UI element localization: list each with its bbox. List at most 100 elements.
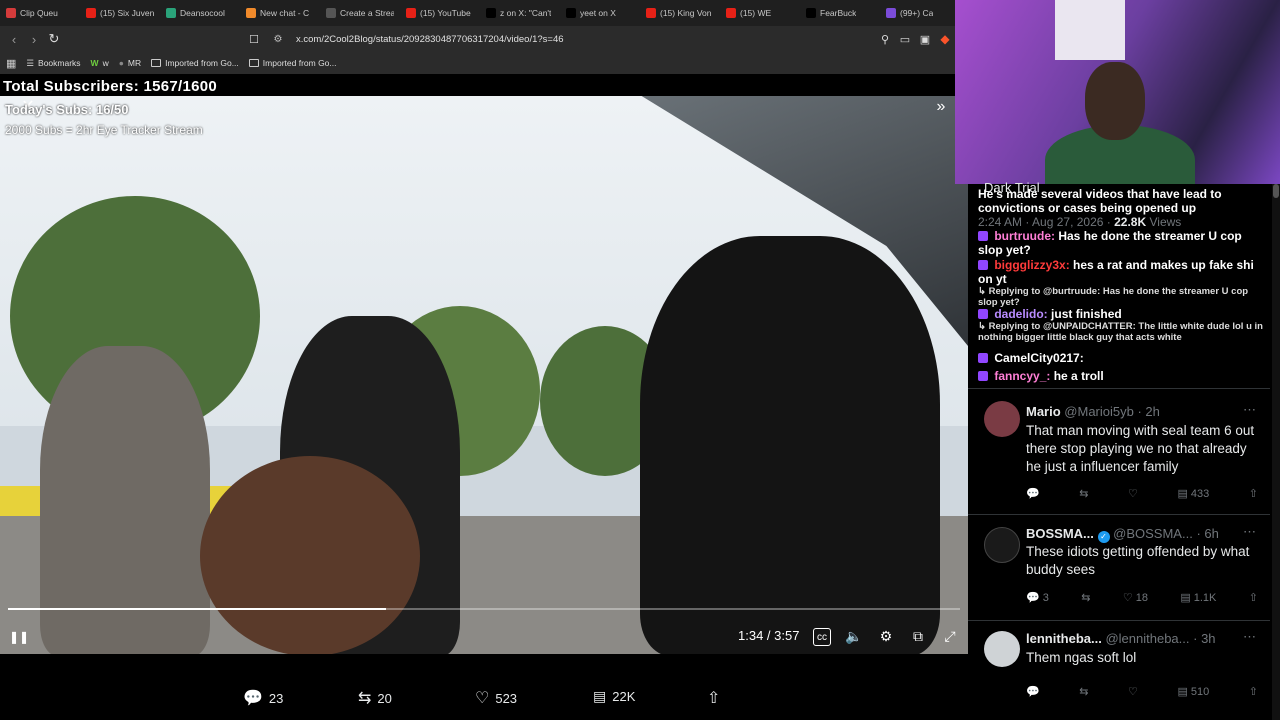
expand-panel-icon[interactable]: » xyxy=(930,96,952,118)
share-button[interactable]: ⇧ xyxy=(707,688,720,708)
avatar[interactable] xyxy=(984,631,1020,667)
share-icon: ⇧ xyxy=(1248,592,1258,604)
url-field[interactable]: x.com/2Cool2Blog/status/2092830487706317… xyxy=(296,34,564,45)
pause-icon[interactable]: ❚❚ xyxy=(9,628,29,646)
browser-tab[interactable]: (15) YouTube xyxy=(400,0,480,26)
browser-tab[interactable]: Create a Strea xyxy=(320,0,400,26)
tab-favicon-icon xyxy=(646,8,656,18)
bookmark-item[interactable]: Imported from Go... xyxy=(151,58,239,68)
repost-button[interactable]: ⇆ xyxy=(1079,685,1088,698)
reply-icon: 💬 xyxy=(243,690,263,707)
scrollbar-thumb[interactable] xyxy=(1273,184,1279,198)
twitch-badge-icon xyxy=(978,260,988,270)
reply-button[interactable]: 💬 3 xyxy=(1026,591,1049,605)
like-button[interactable]: ♡ xyxy=(1128,685,1138,698)
bookmark-star-icon[interactable]: ☐ xyxy=(244,29,264,49)
tweet-handle[interactable]: @lennitheba... xyxy=(1105,631,1189,646)
reply-tweet[interactable]: Mario @Marioi5yb · 2h ⋯ That man moving … xyxy=(968,388,1270,508)
bookmark-label: Imported from Go... xyxy=(165,58,239,68)
captions-icon[interactable]: cc xyxy=(813,628,831,646)
avatar[interactable] xyxy=(984,527,1020,563)
chat-text: just finished xyxy=(1051,307,1122,321)
video-player[interactable]: ✕ » ❚❚ 1:34 / 3:57 cc 🔈 ⚙ ⧉ ⤢ xyxy=(0,96,968,654)
like-button[interactable]: ♡ 523 xyxy=(475,688,517,708)
browser-tab[interactable]: z on X: "Can't xyxy=(480,0,560,26)
tweet-actions: 💬 ⇆ ♡ ▤ 433 ⇧ xyxy=(1026,487,1258,501)
twitch-badge-icon xyxy=(978,309,988,319)
download-icon[interactable]: ▭ xyxy=(895,29,915,49)
like-count: 18 xyxy=(1135,591,1148,604)
scrollbar[interactable] xyxy=(1272,184,1280,720)
repost-button[interactable]: ⇆ xyxy=(1081,591,1090,604)
share-button[interactable]: ⇧ xyxy=(1249,591,1258,604)
back-icon[interactable]: ‹ xyxy=(4,29,24,49)
apps-grid-icon[interactable]: ▦ xyxy=(6,57,16,70)
browser-tab[interactable]: (99+) Ca xyxy=(880,0,955,26)
like-button[interactable]: ♡ 18 xyxy=(1123,591,1148,605)
views-button[interactable]: ▤ 22K xyxy=(593,688,635,705)
tab-favicon-icon xyxy=(566,8,576,18)
views-count: 1.1K xyxy=(1193,591,1217,604)
reply-tweet[interactable]: BOSSMA... ✓ @BOSSMA... · 6h ⋯ These idio… xyxy=(968,514,1270,618)
reply-button[interactable]: 💬 23 xyxy=(243,688,283,708)
tab-label: Clip Queu xyxy=(20,8,58,18)
browser-tab[interactable]: (15) King Von xyxy=(640,0,720,26)
fullscreen-icon[interactable]: ⤢ xyxy=(940,626,960,646)
repost-button[interactable]: ⇆ 20 xyxy=(358,688,392,708)
reply-icon: 💬 xyxy=(1026,488,1040,500)
tweet-author-name[interactable]: Mario xyxy=(1026,404,1061,419)
forward-icon[interactable]: › xyxy=(24,29,44,49)
site-info-icon[interactable]: ⚙ xyxy=(268,29,288,49)
repost-button[interactable]: ⇆ xyxy=(1079,487,1088,500)
bookmark-item[interactable]: ☰ Bookmarks xyxy=(26,58,80,69)
zoom-icon[interactable]: ⚲ xyxy=(875,29,895,49)
tweet-author-name[interactable]: BOSSMA... xyxy=(1026,526,1094,541)
bookmark-label: w xyxy=(102,58,109,68)
views-button[interactable]: ▤ 433 xyxy=(1177,487,1209,501)
share-button[interactable]: ⇧ xyxy=(1249,487,1258,500)
reload-icon[interactable]: ↻ xyxy=(44,29,64,49)
more-options-icon[interactable]: ⋯ xyxy=(1243,629,1256,645)
bookmark-item[interactable]: Imported from Go... xyxy=(248,58,337,68)
reply-button[interactable]: 💬 xyxy=(1026,487,1040,500)
tweet-handle[interactable]: @Marioi5yb xyxy=(1064,404,1134,419)
video-progress-bar[interactable] xyxy=(8,608,960,610)
tweet-time: · 6h xyxy=(1196,526,1219,541)
bookmark-item[interactable]: ● MR xyxy=(119,58,141,68)
tab-label: yeet on X xyxy=(580,8,616,18)
views-count: 510 xyxy=(1190,685,1210,698)
browser-tab[interactable]: New chat - C xyxy=(240,0,320,26)
browser-tab[interactable]: Clip Queu xyxy=(0,0,80,26)
brave-shield-icon[interactable]: ◆ xyxy=(935,29,955,49)
more-options-icon[interactable]: ⋯ xyxy=(1243,402,1256,418)
twitch-badge-icon xyxy=(978,231,988,241)
browser-tab[interactable]: Deansocool xyxy=(160,0,240,26)
browser-tab[interactable]: (15) Six Juven xyxy=(80,0,160,26)
views-count: 22K xyxy=(612,689,636,704)
browser-tab[interactable]: (15) WE xyxy=(720,0,800,26)
tweet-author-name[interactable]: lennitheba... xyxy=(1026,631,1102,646)
video-frame-person xyxy=(640,236,940,654)
more-options-icon[interactable]: ⋯ xyxy=(1243,524,1256,540)
sidebar-icon[interactable]: ▣ xyxy=(915,29,935,49)
avatar[interactable] xyxy=(984,401,1020,437)
share-button[interactable]: ⇧ xyxy=(1249,685,1258,698)
volume-icon[interactable]: 🔈 xyxy=(844,626,864,646)
video-progress-fill xyxy=(8,608,386,610)
tab-favicon-icon xyxy=(486,8,496,18)
reply-button[interactable]: 💬 xyxy=(1026,685,1040,698)
pip-icon[interactable]: ⧉ xyxy=(908,626,928,646)
tweet-header: lennitheba... @lennitheba... · 3h xyxy=(1026,631,1216,646)
reply-tweet[interactable]: lennitheba... @lennitheba... · 3h ⋯ Them… xyxy=(968,620,1270,720)
settings-gear-icon[interactable]: ⚙ xyxy=(876,626,896,646)
w-icon: W xyxy=(90,58,99,68)
views-button[interactable]: ▤ 1.1K xyxy=(1180,591,1217,605)
browser-tab[interactable]: yeet on X xyxy=(560,0,640,26)
browser-tab[interactable]: FearBuck xyxy=(800,0,880,26)
views-button[interactable]: ▤ 510 xyxy=(1177,685,1210,699)
bookmark-item[interactable]: Ww xyxy=(91,58,109,68)
chat-username: dadelido: xyxy=(994,307,1048,321)
repost-icon: ⇆ xyxy=(358,690,372,707)
tweet-handle[interactable]: @BOSSMA... xyxy=(1113,526,1193,541)
like-button[interactable]: ♡ xyxy=(1128,487,1138,500)
